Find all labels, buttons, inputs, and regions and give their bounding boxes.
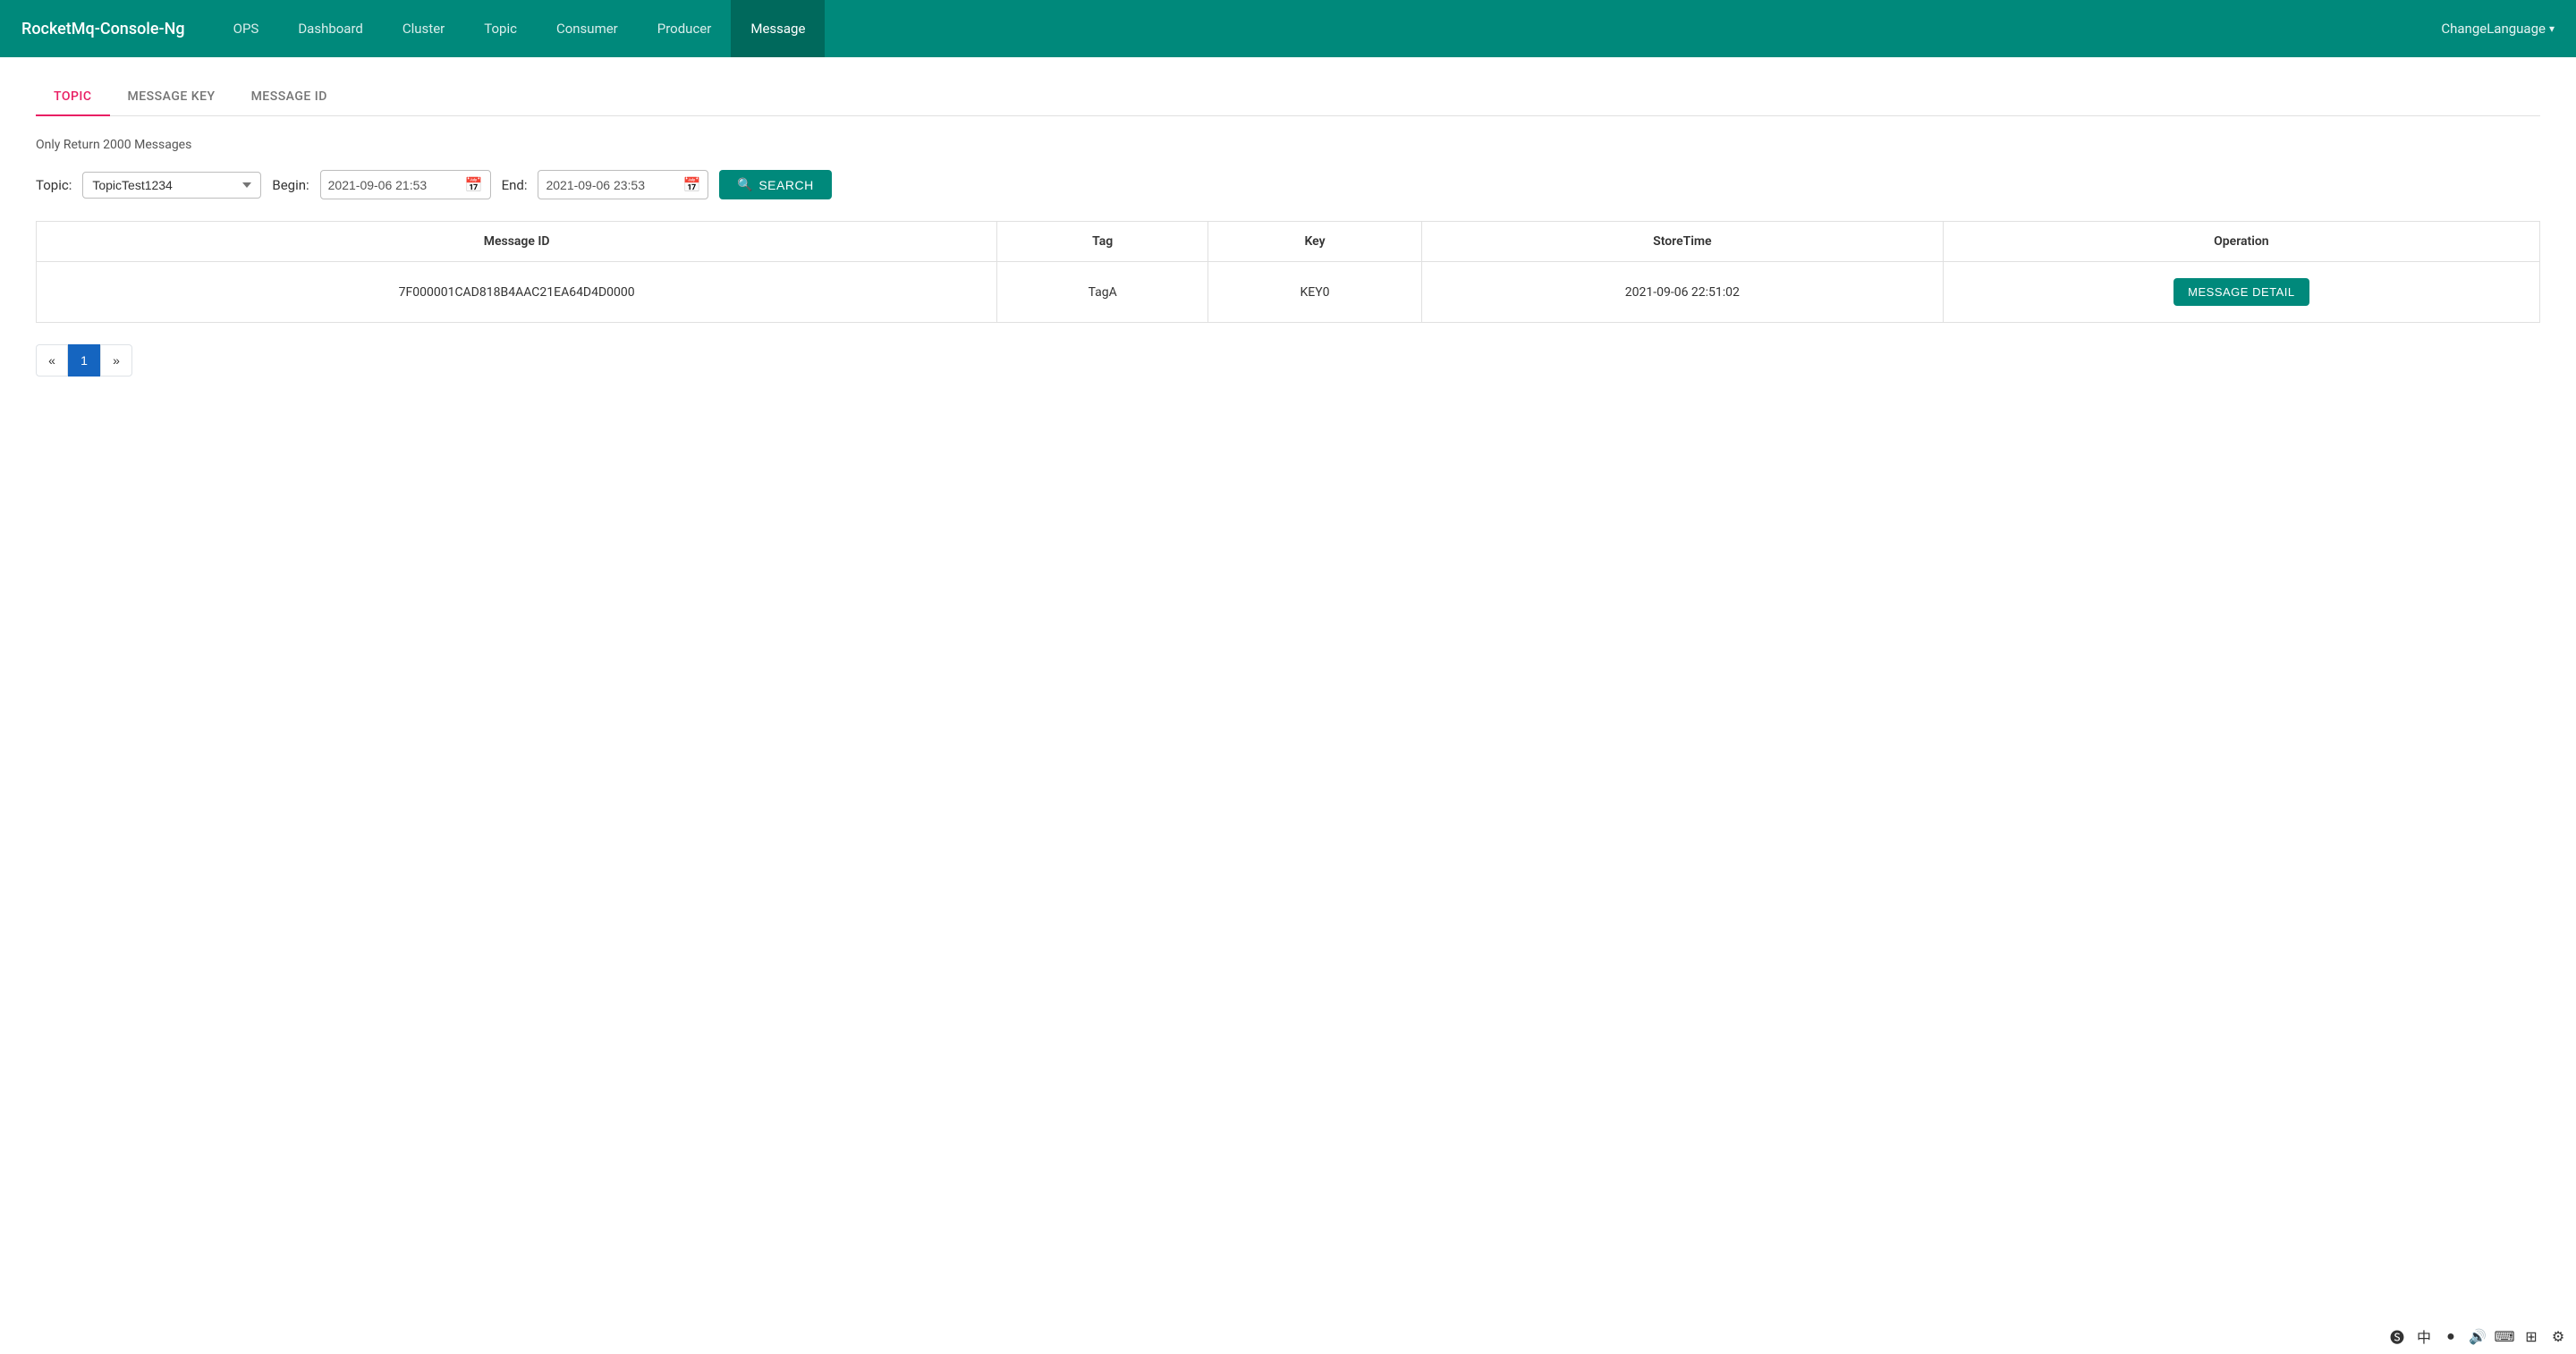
nav-item-ops[interactable]: OPS (214, 0, 279, 57)
tab-message-key[interactable]: MESSAGE KEY (110, 79, 233, 116)
pagination-page-1[interactable]: 1 (68, 344, 100, 377)
info-text: Only Return 2000 Messages (36, 138, 2540, 152)
end-date-wrapper: 📅 (538, 170, 708, 199)
change-language-menu[interactable]: ChangeLanguage ▾ (2441, 21, 2555, 37)
message-detail-button[interactable]: MESSAGE DETAIL (2174, 278, 2309, 306)
taskbar-icon-settings[interactable]: ⚙ (2547, 1325, 2569, 1347)
begin-calendar-icon[interactable]: 📅 (465, 176, 483, 193)
topic-label: Topic: (36, 177, 72, 193)
col-header-store-time: StoreTime (1421, 222, 1943, 262)
messages-table: Message ID Tag Key StoreTime Operation 7… (36, 221, 2540, 323)
search-form: Topic: TopicTest1234 Begin: 📅 End: 📅 🔍 S… (36, 170, 2540, 199)
nav-item-producer[interactable]: Producer (638, 0, 732, 57)
end-calendar-icon[interactable]: 📅 (682, 176, 700, 193)
taskbar-icon-input[interactable]: ⌨ (2494, 1325, 2515, 1347)
pagination-next[interactable]: » (100, 344, 132, 377)
cell-key: KEY0 (1208, 262, 1422, 323)
table-row: 7F000001CAD818B4AAC21EA64D4D0000 TagA KE… (37, 262, 2540, 323)
taskbar-icon-zh[interactable]: 中 (2413, 1325, 2435, 1347)
cell-operation: MESSAGE DETAIL (1943, 262, 2539, 323)
taskbar-icon-wifi: ● (2440, 1325, 2462, 1347)
cell-tag: TagA (997, 262, 1208, 323)
nav-item-topic[interactable]: Topic (464, 0, 537, 57)
change-language-label: ChangeLanguage (2441, 21, 2546, 37)
nav-menu: OPS Dashboard Cluster Topic Consumer Pro… (214, 0, 2442, 57)
col-header-tag: Tag (997, 222, 1208, 262)
pagination: « 1 » (36, 344, 2540, 377)
table-header-row: Message ID Tag Key StoreTime Operation (37, 222, 2540, 262)
tab-topic[interactable]: TOPIC (36, 79, 110, 116)
search-button[interactable]: 🔍 SEARCH (719, 170, 831, 199)
begin-label: Begin: (272, 177, 309, 193)
brand-title: RocketMq-Console-Ng (21, 20, 185, 38)
taskbar-icon-s[interactable]: 🅢 (2386, 1325, 2408, 1347)
nav-item-message[interactable]: Message (731, 0, 825, 57)
col-header-message-id: Message ID (37, 222, 997, 262)
col-header-operation: Operation (1943, 222, 2539, 262)
pagination-prev[interactable]: « (36, 344, 68, 377)
taskbar-icons: 🅢 中 ● 🔊 ⌨ ⊞ ⚙ (2386, 1325, 2569, 1347)
nav-item-consumer[interactable]: Consumer (537, 0, 638, 57)
end-date-input[interactable] (546, 178, 675, 192)
begin-date-wrapper: 📅 (320, 170, 491, 199)
nav-item-dashboard[interactable]: Dashboard (278, 0, 383, 57)
topic-select[interactable]: TopicTest1234 (82, 172, 261, 199)
main-content: TOPIC MESSAGE KEY MESSAGE ID Only Return… (0, 57, 2576, 398)
cell-store-time: 2021-09-06 22:51:02 (1421, 262, 1943, 323)
navbar: RocketMq-Console-Ng OPS Dashboard Cluste… (0, 0, 2576, 57)
tab-bar: TOPIC MESSAGE KEY MESSAGE ID (36, 79, 2540, 116)
chevron-down-icon: ▾ (2549, 22, 2555, 35)
end-label: End: (502, 177, 528, 193)
col-header-key: Key (1208, 222, 1422, 262)
taskbar-icon-audio[interactable]: 🔊 (2467, 1325, 2488, 1347)
tab-message-id[interactable]: MESSAGE ID (233, 79, 345, 116)
cell-message-id: 7F000001CAD818B4AAC21EA64D4D0000 (37, 262, 997, 323)
search-icon: 🔍 (737, 177, 753, 192)
nav-item-cluster[interactable]: Cluster (383, 0, 464, 57)
taskbar-icon-keyboard[interactable]: ⊞ (2521, 1325, 2542, 1347)
search-button-label: SEARCH (758, 178, 813, 192)
begin-date-input[interactable] (328, 178, 458, 192)
